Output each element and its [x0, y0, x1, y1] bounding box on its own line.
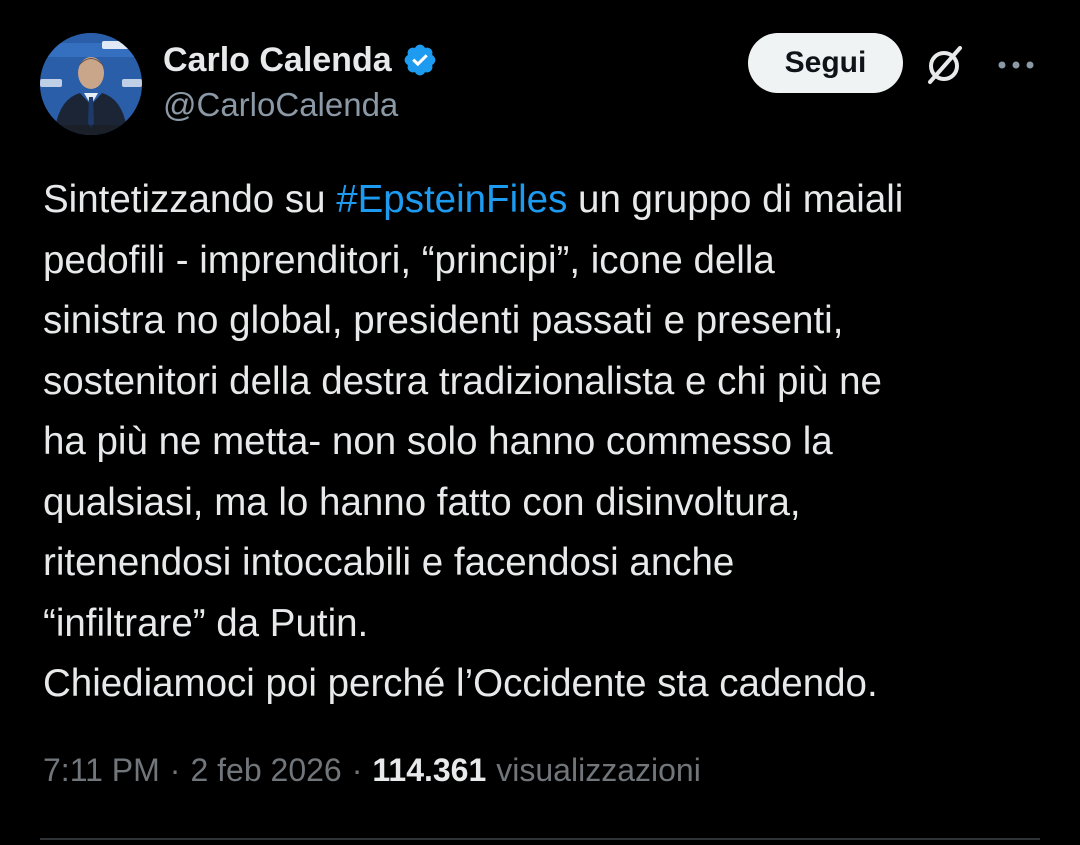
hashtag-link[interactable]: #EpsteinFiles — [336, 178, 567, 221]
grok-icon[interactable] — [922, 42, 968, 88]
tweet-text-segment: Sintetizzando su — [43, 178, 337, 221]
tweet-text-line: Chiediamoci poi perché l’Occidente sta c… — [43, 662, 878, 705]
meta-separator: · — [351, 752, 363, 788]
author-handle[interactable]: @CarloCalenda — [163, 86, 398, 124]
tweet-text-line: pedofili - imprenditori, “principi”, ico… — [43, 238, 775, 282]
views-label[interactable]: visualizzazioni — [496, 752, 701, 789]
tweet: Carlo Calenda @CarloCalenda Segui Sintet… — [0, 0, 1080, 845]
more-options-icon[interactable] — [996, 58, 1036, 70]
tweet-text-line-1: Sintetizzando su #EpsteinFiles un gruppo… — [43, 170, 1043, 231]
tweet-meta: 7:11 PM · 2 feb 2026 · 114.361 visualizz… — [43, 752, 701, 789]
tweet-text-line: ha più ne metta- non solo hanno commesso… — [43, 420, 833, 463]
tweet-text-segment: un gruppo di maiali — [567, 178, 904, 221]
tweet-text-line: sinistra no global, presidenti passati e… — [43, 299, 844, 342]
verified-badge-icon[interactable] — [402, 42, 438, 78]
tweet-text: Sintetizzando su #EpsteinFiles un gruppo… — [43, 170, 1043, 715]
tweet-text-line: qualsiasi, ma lo hanno fatto con disinvo… — [43, 480, 801, 524]
views-count[interactable]: 114.361 — [372, 752, 486, 789]
author-name-row[interactable]: Carlo Calenda — [163, 38, 438, 82]
tweet-date[interactable]: 2 feb 2026 — [190, 752, 341, 789]
meta-separator: · — [169, 752, 181, 788]
tweet-time[interactable]: 7:11 PM — [43, 752, 160, 789]
profile-photo-graphic — [40, 33, 142, 135]
tweet-text-line: sostenitori della destra tradizionalista… — [43, 359, 882, 403]
divider — [40, 838, 1040, 840]
follow-button[interactable]: Segui — [748, 33, 903, 93]
author-display-name[interactable]: Carlo Calenda — [163, 41, 392, 80]
tweet-text-line: “infiltrare” da Putin. — [43, 601, 369, 645]
tweet-text-line: ritenendosi intoccabili e facendosi anch… — [43, 541, 735, 584]
avatar[interactable] — [40, 33, 142, 135]
